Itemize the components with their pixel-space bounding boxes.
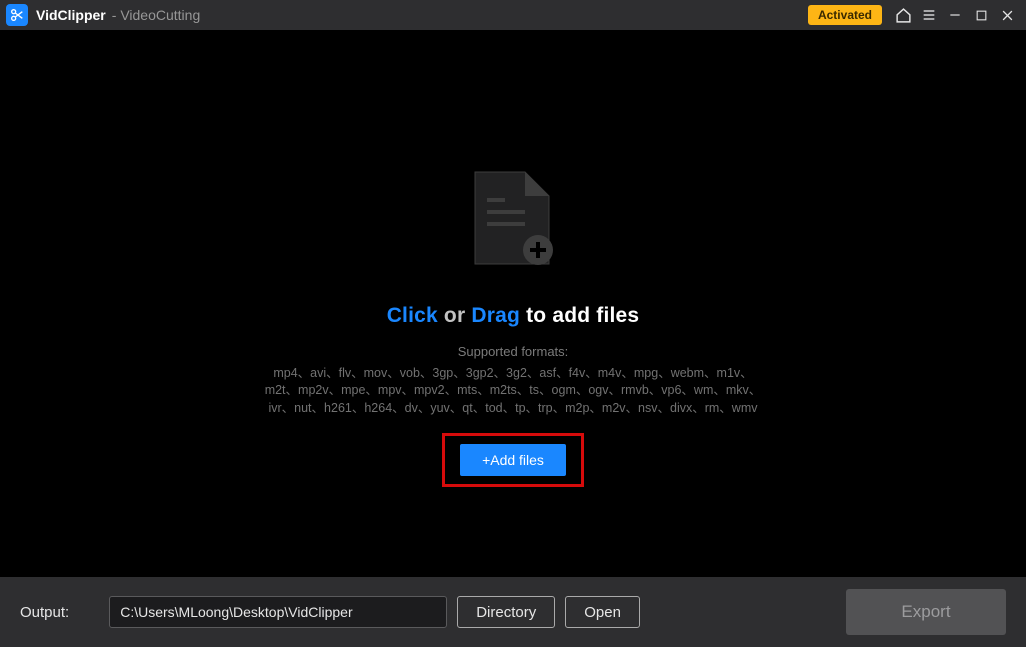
- directory-button[interactable]: Directory: [457, 596, 555, 628]
- add-files-button[interactable]: +Add files: [460, 444, 566, 476]
- output-path-input[interactable]: [109, 596, 447, 628]
- drop-zone[interactable]: Click or Drag to add files Supported for…: [0, 30, 1026, 577]
- formats-line: ivr、nut、h261、h264、dv、yuv、qt、tod、tp、trp、m…: [265, 400, 762, 418]
- headline-drag: Drag: [471, 304, 520, 327]
- titlebar: VidClipper - VideoCutting Activated: [0, 0, 1026, 30]
- formats-list: mp4、avi、flv、mov、vob、3gp、3gp2、3g2、asf、f4v…: [265, 365, 762, 418]
- formats-line: m2t、mp2v、mpe、mpv、mpv2、mts、m2ts、ts、ogm、og…: [265, 382, 762, 400]
- app-subtitle: - VideoCutting: [112, 7, 200, 23]
- app-name: VidClipper: [36, 7, 106, 23]
- footer-bar: Output: Directory Open Export: [0, 577, 1026, 647]
- app-logo-icon: [6, 4, 28, 26]
- close-icon[interactable]: [996, 4, 1018, 26]
- headline-or: or: [438, 304, 471, 327]
- minimize-icon[interactable]: [944, 4, 966, 26]
- headline-click: Click: [387, 304, 438, 327]
- activated-badge[interactable]: Activated: [808, 5, 882, 25]
- headline-rest: to add files: [520, 304, 639, 327]
- maximize-icon[interactable]: [970, 4, 992, 26]
- menu-icon[interactable]: [918, 4, 940, 26]
- output-label: Output:: [20, 604, 69, 621]
- open-button[interactable]: Open: [565, 596, 640, 628]
- add-files-highlight-frame: +Add files: [442, 433, 584, 487]
- export-button[interactable]: Export: [846, 589, 1006, 635]
- file-add-icon: [473, 170, 553, 268]
- formats-line: mp4、avi、flv、mov、vob、3gp、3gp2、3g2、asf、f4v…: [265, 365, 762, 383]
- headline: Click or Drag to add files: [387, 304, 640, 328]
- home-icon[interactable]: [892, 4, 914, 26]
- supported-formats-label: Supported formats:: [458, 344, 569, 359]
